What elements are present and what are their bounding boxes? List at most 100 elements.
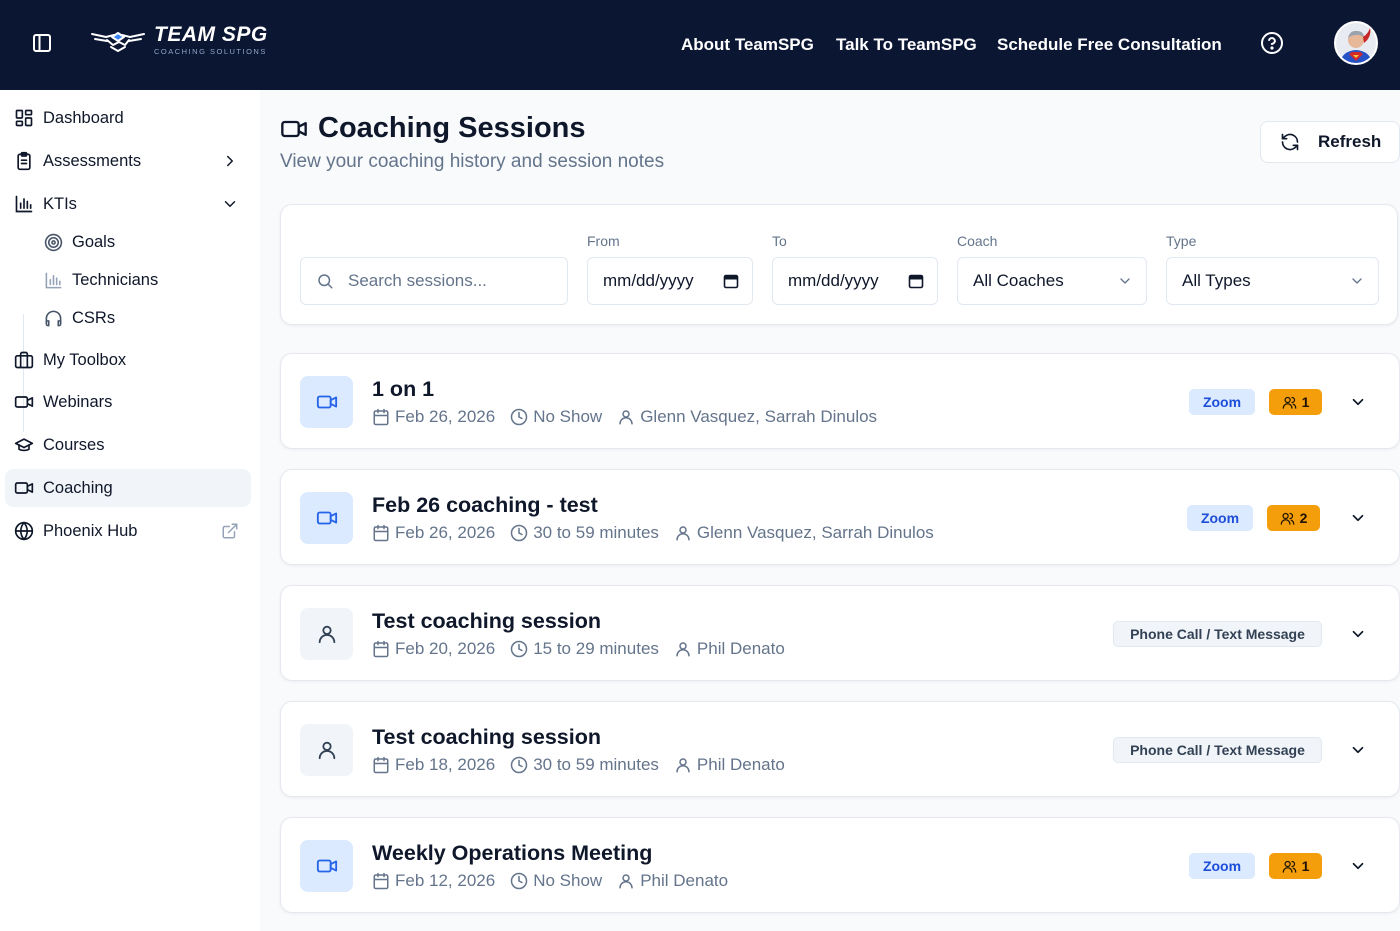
session-card[interactable]: Test coaching session Feb 20, 2026 15 to… <box>280 585 1400 681</box>
help-circle-icon[interactable] <box>1260 31 1284 55</box>
video-icon <box>14 392 34 412</box>
top-navigation-bar: TEAM SPG COACHING SOLUTIONS About TeamSP… <box>0 0 1400 90</box>
main-content: Coaching Sessions View your coaching his… <box>260 90 1400 931</box>
panel-left-icon[interactable] <box>30 31 54 55</box>
session-card[interactable]: Weekly Operations Meeting Feb 12, 2026 N… <box>280 817 1400 913</box>
from-date-input[interactable]: mm/dd/yyyy <box>587 257 753 305</box>
to-date-input[interactable]: mm/dd/yyyy <box>772 257 938 305</box>
calendar-icon[interactable] <box>723 273 739 289</box>
type-label: Type <box>1166 233 1197 249</box>
session-type-badge: Phone Call / Text Message <box>1113 737 1322 763</box>
graduation-cap-icon <box>14 435 34 455</box>
type-select[interactable]: All Types <box>1166 257 1379 305</box>
from-date-value: mm/dd/yyyy <box>603 271 694 290</box>
sidebar-item-assessments[interactable]: Assessments <box>5 142 251 180</box>
session-participants: Phil Denato <box>696 639 785 658</box>
handshake-wings-icon <box>90 25 146 55</box>
sidebar-item-dashboard[interactable]: Dashboard <box>5 99 251 137</box>
sidebar-item-phoenix-hub[interactable]: Phoenix Hub <box>5 512 251 550</box>
sidebar-item-webinars[interactable]: Webinars <box>5 383 251 421</box>
expand-chevron-icon[interactable] <box>1349 509 1367 527</box>
bar-chart-icon <box>14 194 34 214</box>
expand-chevron-icon[interactable] <box>1349 625 1367 643</box>
sidebar-item-my-toolbox[interactable]: My Toolbox <box>5 341 251 379</box>
user-icon <box>617 408 640 426</box>
calendar-icon <box>372 756 395 774</box>
team-spg-logo[interactable]: TEAM SPG COACHING SOLUTIONS <box>90 24 268 56</box>
session-date: Feb 26, 2026 <box>395 523 496 542</box>
chevron-down-icon <box>1349 273 1365 289</box>
sidebar-subitem-csrs[interactable]: CSRs <box>38 301 248 335</box>
target-icon <box>44 233 63 252</box>
expand-chevron-icon[interactable] <box>1349 857 1367 875</box>
session-duration: 30 to 59 minutes <box>533 755 659 774</box>
refresh-button[interactable]: Refresh <box>1260 121 1400 163</box>
session-type-avatar <box>300 724 353 776</box>
session-date: Feb 20, 2026 <box>395 639 496 658</box>
sidebar-item-coaching[interactable]: Coaching <box>5 469 251 507</box>
calendar-icon <box>372 640 395 658</box>
session-date: Feb 18, 2026 <box>395 755 496 774</box>
nav-about[interactable]: About TeamSPG <box>681 0 814 90</box>
sidebar-subitem-label: Technicians <box>72 270 159 289</box>
sidebar-item-label: Webinars <box>43 392 113 411</box>
session-type-avatar <box>300 608 353 660</box>
brand-tagline: COACHING SOLUTIONS <box>154 47 267 56</box>
users-icon <box>1282 395 1297 410</box>
page-subtitle: View your coaching history and session n… <box>280 151 665 172</box>
nav-consult[interactable]: Schedule Free Consultation <box>997 0 1222 90</box>
chevron-down-icon <box>1117 273 1133 289</box>
session-duration: 30 to 59 minutes <box>533 523 659 542</box>
session-card[interactable]: 1 on 1 Feb 26, 2026 No Show Glenn Vasque… <box>280 353 1400 449</box>
session-participants: Glenn Vasquez, Sarrah Dinulos <box>640 407 878 426</box>
session-date: Feb 12, 2026 <box>395 871 496 890</box>
nav-link-about[interactable]: About TeamSPG <box>681 35 814 55</box>
coach-select-value: All Coaches <box>973 271 1064 290</box>
session-title: Weekly Operations Meeting <box>372 841 653 865</box>
coach-label: Coach <box>957 233 998 249</box>
session-participants: Glenn Vasquez, Sarrah Dinulos <box>696 523 934 542</box>
external-link-icon <box>221 522 239 540</box>
chevron-right-icon <box>221 152 239 170</box>
sidebar-subitem-goals[interactable]: Goals <box>38 225 248 259</box>
expand-chevron-icon[interactable] <box>1349 741 1367 759</box>
session-participants: Phil Denato <box>696 755 785 774</box>
session-duration: 15 to 29 minutes <box>533 639 659 658</box>
coach-select[interactable]: All Coaches <box>957 257 1147 305</box>
layout-dashboard-icon <box>14 108 34 128</box>
sidebar-subitem-technicians[interactable]: Technicians <box>38 263 248 297</box>
participant-count-badge: 2 <box>1267 505 1320 531</box>
calendar-icon <box>372 872 395 890</box>
clock-icon <box>510 872 533 890</box>
session-type-avatar <box>300 376 353 428</box>
session-type-badge: Zoom <box>1187 505 1253 531</box>
sidebar-item-courses[interactable]: Courses <box>5 426 251 464</box>
users-icon <box>1282 859 1297 874</box>
to-date-value: mm/dd/yyyy <box>788 271 879 290</box>
search-input[interactable]: Search sessions... <box>300 257 568 305</box>
participant-count: 1 <box>1301 394 1310 410</box>
brand-name: TEAM SPG <box>154 23 268 46</box>
session-title: Test coaching session <box>372 725 602 749</box>
user-icon <box>316 739 338 761</box>
expand-chevron-icon[interactable] <box>1349 393 1367 411</box>
sidebar-item-ktis[interactable]: KTIs <box>5 185 251 223</box>
video-icon <box>14 478 34 498</box>
from-label: From <box>587 233 620 249</box>
nav-link-talk[interactable]: Talk To TeamSPG <box>836 35 977 55</box>
clock-icon <box>510 524 533 542</box>
clock-icon <box>510 640 533 658</box>
session-title: Feb 26 coaching - test <box>372 493 598 517</box>
user-avatar[interactable] <box>1334 21 1378 65</box>
session-meta: Feb 20, 2026 15 to 29 minutes Phil Denat… <box>372 639 800 659</box>
search-placeholder: Search sessions... <box>348 271 487 290</box>
nav-talk[interactable]: Talk To TeamSPG <box>836 0 977 90</box>
chevron-down-icon <box>221 195 239 213</box>
session-type-avatar <box>300 492 353 544</box>
session-card[interactable]: Feb 26 coaching - test Feb 26, 2026 30 t… <box>280 469 1400 565</box>
clipboard-list-icon <box>14 151 34 171</box>
calendar-icon[interactable] <box>908 273 924 289</box>
search-icon <box>316 272 334 290</box>
session-card[interactable]: Test coaching session Feb 18, 2026 30 to… <box>280 701 1400 797</box>
nav-link-schedule-consultation[interactable]: Schedule Free Consultation <box>997 35 1222 55</box>
